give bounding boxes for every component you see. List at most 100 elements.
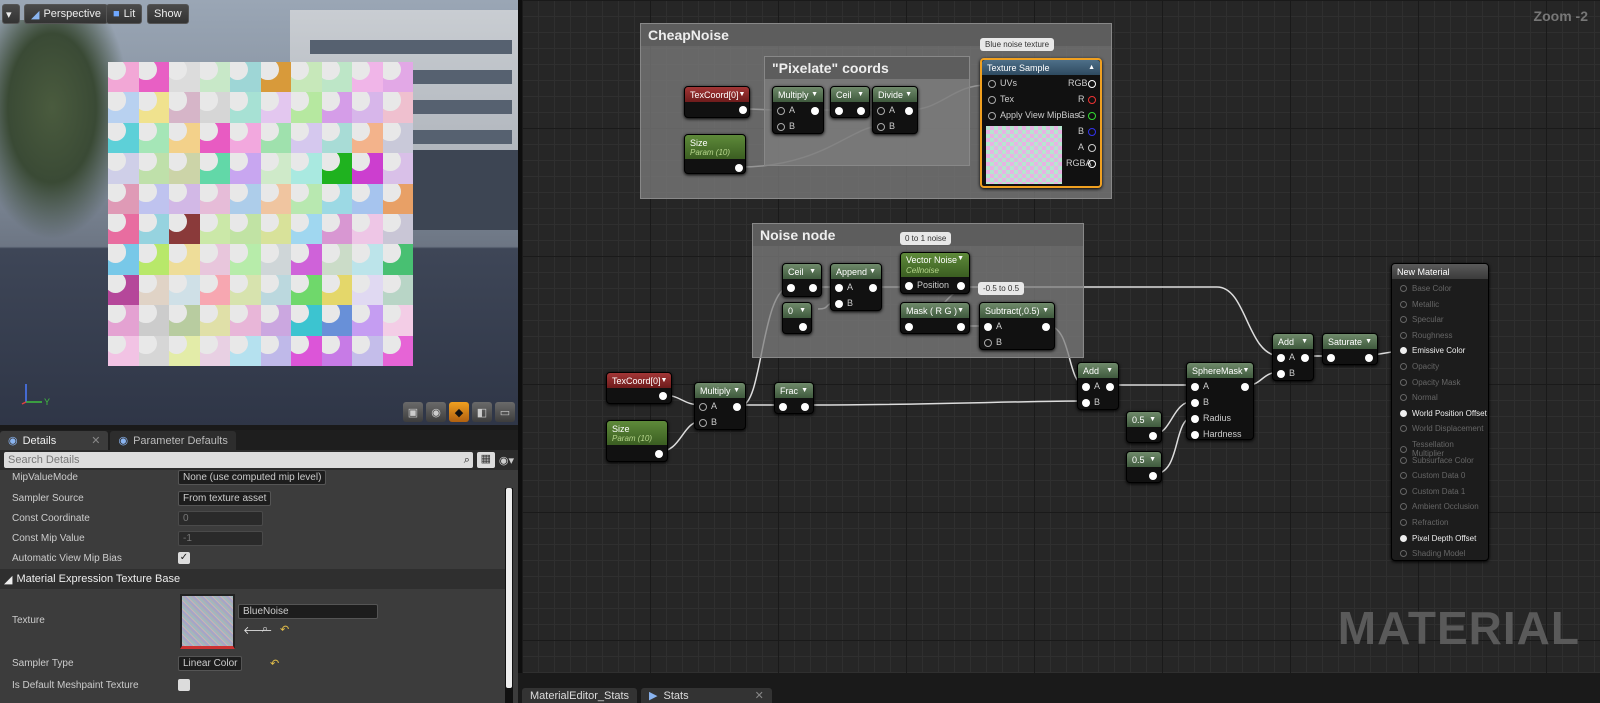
input-pin[interactable] — [1400, 472, 1407, 480]
input-pin-b[interactable] — [1082, 399, 1090, 407]
tab-stats[interactable]: ▶ Stats ✕ — [641, 688, 772, 703]
input-pin-b[interactable] — [1191, 399, 1199, 407]
output-pin[interactable] — [1241, 383, 1249, 391]
output-pin-r[interactable] — [1088, 96, 1096, 104]
material-input-row[interactable]: Custom Data 0 — [1400, 471, 1465, 480]
material-input-row[interactable]: World Position Offset — [1400, 409, 1487, 418]
cube-preview-button[interactable]: ◧ — [472, 402, 492, 422]
input-pin-b[interactable] — [699, 419, 707, 427]
material-input-row[interactable]: Refraction — [1400, 518, 1448, 527]
input-pin-a[interactable] — [877, 107, 885, 115]
material-input-row[interactable]: Custom Data 1 — [1400, 487, 1465, 496]
node-spheremask[interactable]: SphereMask ▼ A B Radius Hardness — [1186, 362, 1254, 440]
input-pin-radius[interactable] — [1191, 415, 1199, 423]
output-pin-g[interactable] — [1088, 112, 1096, 120]
output-pin[interactable] — [1149, 432, 1157, 440]
input-pin[interactable] — [1400, 363, 1407, 370]
input-pin[interactable] — [1400, 519, 1407, 526]
perspective-button[interactable]: ◢ Perspective — [24, 4, 108, 24]
input-pin[interactable] — [787, 284, 795, 292]
node-multiply-2[interactable]: Multiply ▼ A B — [694, 382, 746, 430]
output-pin[interactable] — [1042, 323, 1050, 331]
node-texture-sample[interactable]: Texture Sample ▲ UVs Tex Apply View MipBi… — [980, 58, 1102, 188]
input-pin[interactable] — [1400, 394, 1407, 402]
input-pin-a[interactable] — [1082, 383, 1090, 391]
node-texcoord[interactable]: TexCoord[0] ▼ — [684, 86, 750, 118]
search-input[interactable]: Search Details ⌕ — [4, 452, 473, 468]
close-icon[interactable]: ✕ — [755, 689, 764, 702]
input-pin-a[interactable] — [835, 284, 843, 292]
input-pin[interactable] — [1400, 347, 1407, 355]
input-pin-uvs[interactable] — [988, 80, 996, 88]
node-mask-rg[interactable]: Mask ( R G ) ▼ — [900, 302, 970, 334]
output-pin[interactable] — [1365, 354, 1373, 362]
output-pin-rgb[interactable] — [1088, 80, 1096, 88]
input-pin-a[interactable] — [984, 323, 992, 331]
input-pin-b[interactable] — [984, 339, 992, 347]
node-vector-noise[interactable]: Vector Noise Cellnoise ▼ Position — [900, 252, 970, 294]
material-input-row[interactable]: Opacity — [1400, 362, 1439, 371]
material-input-row[interactable]: Normal — [1400, 393, 1438, 402]
node-texcoord-2[interactable]: TexCoord[0] ▼ — [606, 372, 672, 404]
input-pin[interactable] — [779, 403, 787, 411]
input-pin[interactable] — [1400, 316, 1407, 324]
reset-icon[interactable]: ↶ — [270, 657, 279, 670]
material-input-row[interactable]: Base Color — [1400, 284, 1452, 293]
close-icon[interactable]: ✕ — [91, 434, 100, 447]
input-pin[interactable] — [1400, 534, 1407, 542]
search-icon[interactable]: ⌕ — [262, 623, 268, 636]
output-pin[interactable] — [957, 323, 965, 331]
node-subtract[interactable]: Subtract(,0.5) ▼ A B — [979, 302, 1055, 350]
node-constant-radius[interactable]: 0.5 ▼ — [1126, 411, 1162, 443]
node-ceil-2[interactable]: Ceil ▼ — [782, 263, 822, 297]
output-pin[interactable] — [801, 403, 809, 411]
input-pin[interactable] — [1400, 445, 1407, 453]
node-multiply[interactable]: Multiply ▼ A B — [772, 86, 824, 134]
lit-button[interactable]: ■ Lit — [106, 4, 143, 24]
auto-view-mip-bias-checkbox[interactable]: ✓ — [178, 552, 190, 564]
input-pin[interactable] — [835, 107, 843, 115]
output-pin[interactable] — [1301, 354, 1309, 362]
node-size-param-2[interactable]: Size Param (10) — [606, 420, 668, 462]
const-coordinate-field[interactable]: 0 — [178, 510, 263, 526]
input-pin-a[interactable] — [1277, 354, 1285, 362]
output-pin[interactable] — [869, 284, 877, 292]
sampler-source-dropdown[interactable]: From texture asset — [178, 490, 272, 506]
const-mip-value-field[interactable]: -1 — [178, 530, 263, 546]
node-ceil[interactable]: Ceil ▼ — [830, 86, 870, 118]
input-pin-b[interactable] — [835, 300, 843, 308]
show-button[interactable]: Show — [147, 4, 189, 24]
viewport[interactable]: ▾ ◢ Perspective ■ Lit Show Y ▣ ◉ ◆ ◧ ▭ — [0, 0, 522, 425]
input-pin-a[interactable] — [699, 403, 707, 411]
reset-icon[interactable]: ↶ — [280, 623, 289, 636]
material-input-row[interactable]: Pixel Depth Offset — [1400, 534, 1476, 543]
material-input-row[interactable]: Shading Model — [1400, 549, 1465, 558]
output-pin[interactable] — [809, 284, 817, 292]
plane-preview-button[interactable]: ◆ — [449, 402, 469, 422]
viewport-menu-button[interactable]: ▾ — [2, 4, 20, 24]
material-input-row[interactable]: Specular — [1400, 315, 1444, 324]
node-constant-zero[interactable]: 0 ▼ — [782, 302, 812, 334]
input-pin-hardness[interactable] — [1191, 431, 1199, 439]
default-meshpaint-checkbox[interactable] — [178, 679, 190, 691]
node-add[interactable]: Add ▼ A B — [1077, 362, 1119, 410]
input-pin-mipbias[interactable] — [988, 112, 996, 120]
input-pin[interactable] — [1400, 487, 1407, 495]
output-pin[interactable] — [811, 107, 819, 115]
node-append[interactable]: Append ▼ A B — [830, 263, 882, 311]
input-pin-b[interactable] — [777, 123, 785, 131]
input-pin[interactable] — [1400, 331, 1407, 339]
node-material-output[interactable]: New Material Base Color Metallic Specular R… — [1391, 263, 1489, 561]
output-pin[interactable] — [905, 107, 913, 115]
output-pin[interactable] — [857, 107, 865, 115]
details-scrollbar[interactable] — [505, 488, 513, 703]
input-pin-a[interactable] — [1191, 383, 1199, 391]
output-pin[interactable] — [735, 164, 743, 172]
texture-thumbnail[interactable] — [180, 594, 235, 649]
custom-mesh-preview-button[interactable]: ▭ — [495, 402, 515, 422]
material-input-row[interactable]: Ambient Occlusion — [1400, 502, 1479, 511]
input-pin-b[interactable] — [1277, 370, 1285, 378]
texture-asset-dropdown[interactable]: BlueNoise — [238, 604, 378, 619]
output-pin[interactable] — [739, 106, 747, 114]
output-pin-a[interactable] — [1088, 144, 1096, 152]
